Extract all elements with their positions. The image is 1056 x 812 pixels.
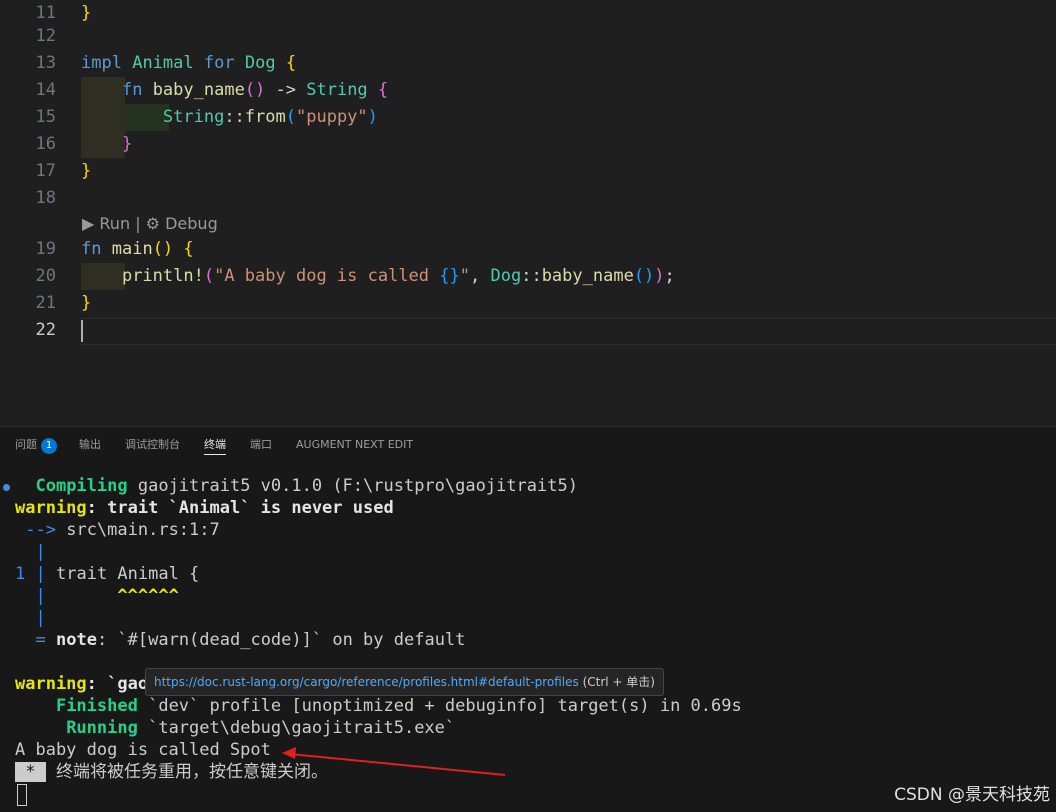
- annotation-arrow-icon: [282, 747, 506, 776]
- watermark: CSDN @景天科技苑: [894, 785, 1050, 805]
